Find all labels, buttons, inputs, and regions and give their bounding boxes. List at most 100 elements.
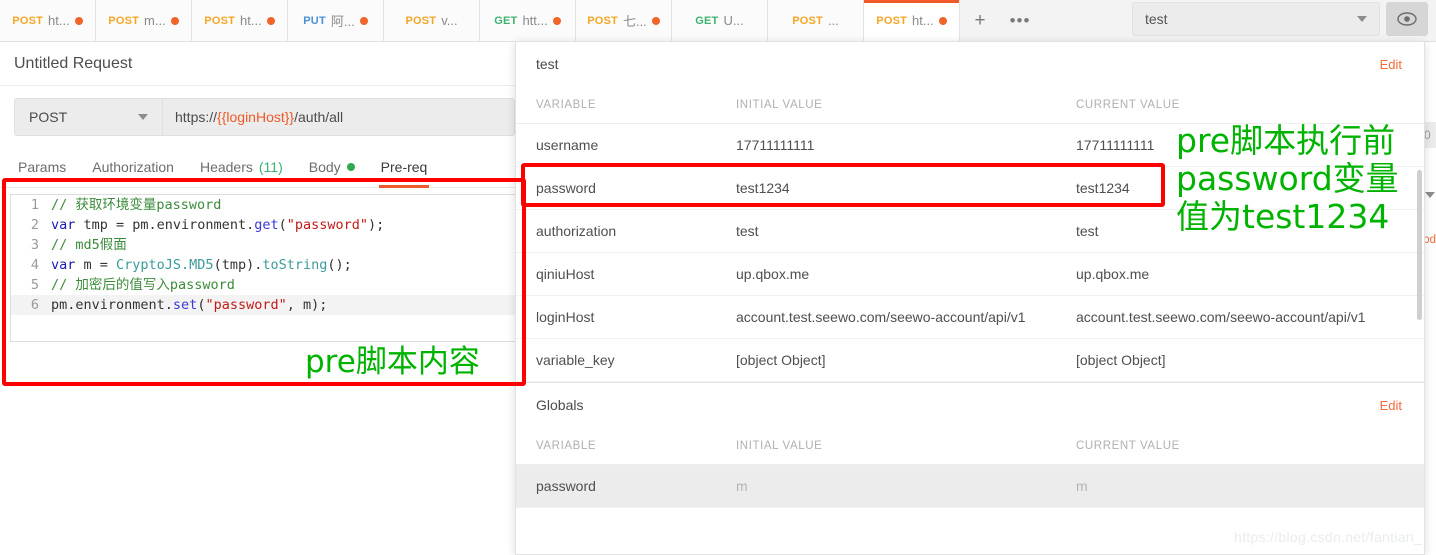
watermark: https://blog.csdn.net/fantian_ <box>1233 529 1422 545</box>
request-tab-label: v... <box>441 13 458 28</box>
code-line-text: var tmp = pm.environment.get("password")… <box>51 217 385 233</box>
code-line: 3 // md5假面 <box>11 235 518 255</box>
request-tab[interactable]: POST m... <box>96 0 192 41</box>
table-row[interactable]: loginHost account.test.seewo.com/seewo-ac… <box>516 296 1424 339</box>
request-tab-method: POST <box>108 14 140 27</box>
globals-name: Globals <box>536 397 584 413</box>
request-section-tab-label: Pre-req <box>380 158 428 175</box>
globals-section-header: Globals Edit <box>516 383 1424 427</box>
request-section-tab-label: Headers <box>199 158 253 175</box>
url-variable-token: {{loginHost}} <box>217 109 295 125</box>
environment-dropdown[interactable]: test <box>1132 2 1380 36</box>
environment-dropdown-value: test <box>1145 11 1168 27</box>
column-header-current-value: CURRENT VALUE <box>1076 98 1180 111</box>
new-tab-button[interactable]: + <box>960 0 1000 41</box>
environment-table-header: VARIABLE INITIAL VALUE CURRENT VALUE <box>516 86 1424 124</box>
request-tab[interactable]: POST v... <box>384 0 480 41</box>
cell-variable: variable_key <box>536 352 615 368</box>
unsaved-dot-icon <box>74 16 83 25</box>
request-tab[interactable]: GET U... <box>672 0 768 41</box>
environment-name: test <box>536 56 559 72</box>
request-tab-method: GET <box>494 14 518 27</box>
code-line-text: pm.environment.set("password", m); <box>51 297 328 313</box>
table-row[interactable]: qiniuHost up.qbox.me up.qbox.me <box>516 253 1424 296</box>
cell-variable: authorization <box>536 223 617 239</box>
cell-initial-value: test1234 <box>736 180 790 196</box>
globals-table-body: password m m <box>516 465 1424 508</box>
page-title: Untitled Request <box>0 42 529 86</box>
eye-icon <box>1397 12 1417 26</box>
request-tab-method: POST <box>876 14 908 27</box>
request-section-tabs: Params Authorization Headers (11) Body Pre-re… <box>0 146 529 188</box>
cell-initial-value: [object Object] <box>736 352 826 368</box>
line-number: 5 <box>30 277 39 293</box>
request-tab[interactable]: POST ht... <box>864 0 960 41</box>
request-tab-method: GET <box>695 14 719 27</box>
line-number: 2 <box>30 217 39 233</box>
annotation-env-note: pre脚本执行前 password变量 值为test1234 <box>1176 121 1399 236</box>
save-button-fragment[interactable]: 0 <box>1424 122 1436 148</box>
cell-initial-value: test <box>736 223 759 239</box>
cell-current-value: account.test.seewo.com/seewo-account/api… <box>1076 309 1366 325</box>
request-tab-method: POST <box>587 14 618 27</box>
unsaved-dot-icon <box>359 16 368 25</box>
request-section-tab-params[interactable]: Params <box>18 146 66 188</box>
http-method-dropdown[interactable]: POST <box>14 98 162 136</box>
postman-window: 0 Cod POST ht... POST m... POST ht... PUT 阿... P… <box>0 0 1436 555</box>
cell-variable: loginHost <box>536 309 595 325</box>
environment-quick-look-button[interactable] <box>1386 2 1428 36</box>
request-tab-method: POST <box>12 14 44 27</box>
request-tab-label: ht... <box>48 13 70 28</box>
http-method-value: POST <box>29 109 68 125</box>
request-section-tab-body[interactable]: Body <box>309 146 355 188</box>
request-tab-method: POST <box>405 14 437 27</box>
request-tab-label: 阿... <box>330 14 355 29</box>
column-header-initial-value: INITIAL VALUE <box>736 98 823 111</box>
column-header-current-value: CURRENT VALUE <box>1076 439 1180 452</box>
environment-quick-look-panel: test Edit VARIABLE INITIAL VALUE CURRENT… <box>515 41 1425 555</box>
column-header-initial-value: INITIAL VALUE <box>736 439 823 452</box>
annotation-script-note: pre脚本内容 <box>305 344 480 380</box>
panel-scrollbar[interactable] <box>1417 170 1422 320</box>
request-tab[interactable]: POST 七... <box>576 0 672 41</box>
table-row[interactable]: variable_key [object Object] [object Objec… <box>516 339 1424 382</box>
code-line-text: // md5假面 <box>51 237 127 253</box>
request-section-tab-authorization[interactable]: Authorization <box>92 146 174 188</box>
unsaved-dot-icon <box>938 16 947 25</box>
globals-table-header: VARIABLE INITIAL VALUE CURRENT VALUE <box>516 427 1424 465</box>
unsaved-dot-icon <box>651 16 660 25</box>
request-tab[interactable]: GET htt... <box>480 0 576 41</box>
globals-edit-link[interactable]: Edit <box>1380 398 1402 413</box>
request-tab[interactable]: POST... <box>768 0 864 41</box>
body-present-dot-icon <box>346 162 355 171</box>
url-suffix: /auth/all <box>294 109 344 125</box>
right-edge-peek: 0 Cod <box>1415 42 1436 555</box>
environment-edit-link[interactable]: Edit <box>1380 57 1402 72</box>
table-row[interactable]: password m m <box>516 465 1424 508</box>
request-section-tab-label: Authorization <box>92 158 174 175</box>
pre-request-script-editor[interactable]: 1 // 获取环境变量password 2 var tmp = pm.environm… <box>10 194 519 342</box>
url-prefix: https:// <box>175 109 218 125</box>
code-line-text: var m = CryptoJS.MD5(tmp).toString(); <box>51 257 352 273</box>
chevron-down-icon[interactable] <box>1425 192 1435 198</box>
environment-selector-group: test <box>1132 2 1428 36</box>
code-line-text: // 加密后的值写入password <box>51 277 235 293</box>
request-tab-label: U... <box>723 13 744 28</box>
code-line: 1 // 获取环境变量password <box>11 195 518 215</box>
request-tab[interactable]: POST ht... <box>0 0 96 41</box>
request-tab-label: 七... <box>622 14 647 29</box>
cell-current-value: up.qbox.me <box>1076 266 1150 282</box>
request-tab[interactable]: PUT 阿... <box>288 0 384 41</box>
code-line: 2 var tmp = pm.environment.get("password"… <box>11 215 518 235</box>
unsaved-dot-icon <box>170 16 179 25</box>
request-section-tab-label: Body <box>308 158 341 175</box>
unsaved-dot-icon <box>552 16 561 25</box>
request-tab[interactable]: POST ht... <box>192 0 288 41</box>
cell-variable: password <box>536 180 596 196</box>
request-section-tab-headers[interactable]: Headers (11) <box>200 146 283 188</box>
code-line: 5 // 加密后的值写入password <box>11 275 518 295</box>
ellipsis-icon[interactable]: ••• <box>1000 0 1040 41</box>
line-number: 1 <box>30 197 39 213</box>
request-section-tab-pre-req[interactable]: Pre-req <box>378 146 430 188</box>
url-input[interactable]: https://{{loginHost}}/auth/all <box>162 98 515 136</box>
